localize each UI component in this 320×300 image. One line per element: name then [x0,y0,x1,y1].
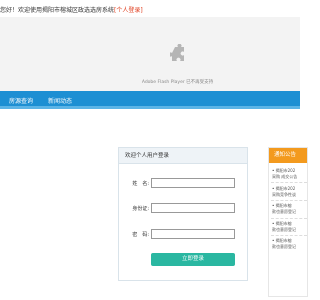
login-panel: 欢迎个人用户登录 姓 名: 身份证: 密 码: 立即登录 [118,147,248,281]
name-input[interactable] [151,178,235,188]
nav-item-house-search[interactable]: 房源查询 [9,96,33,105]
password-label: 密 码: [132,232,149,238]
notice-item-line1: 揭阳市202 [275,186,296,191]
notice-divider [271,200,307,201]
notice-item-line2: 款也意愿登记 [272,227,296,232]
notice-panel-title: 通知公告 [269,148,307,163]
welcome-text: 您好！欢迎使用揭阳市榕城区政选选房系统 [0,7,115,14]
name-row: 姓 名: [119,178,249,190]
login-panel-title: 欢迎个人用户登录 [119,148,247,164]
password-row: 密 码: [119,229,249,241]
notice-item-line1: 揭阳市202 [275,168,296,173]
id-card-label: 身份证: [132,206,149,212]
name-label: 姓 名: [132,181,149,187]
nav-item-news[interactable]: 新闻动态 [48,96,72,105]
notice-item-line2: 采购竞争性谈 [272,192,296,197]
welcome-bar: 您好！欢迎使用揭阳市榕城区政选选房系统[个人登录] [0,5,143,14]
personal-login-link[interactable]: [个人登录] [114,7,143,14]
notice-item-line1: 揭阳市榕 [275,203,292,208]
login-submit-button[interactable]: 立即登录 [151,253,235,266]
notice-item-line2: 款也意愿登记 [272,244,296,249]
notice-divider [271,182,307,183]
notice-panel: 通知公告 • 揭阳市202 采购 成交公告 • 揭阳市202 采购竞争性谈 • … [268,147,308,297]
notice-item-line1: 揭阳市榕 [275,238,292,243]
notice-divider [271,218,307,219]
notice-item-line2: 采购 成交公告 [272,174,298,179]
main-nav: 房源查询 新闻动态 [0,91,300,109]
flash-unsupported-message: Adobe Flash Player 已不再受支持 [141,80,214,85]
notice-item-line2: 款也意愿登记 [272,209,296,214]
flash-banner: Adobe Flash Player 已不再受支持 [0,17,300,91]
id-card-input[interactable] [151,203,235,213]
id-row: 身份证: [119,203,249,215]
notice-item-line1: 揭阳市榕 [275,221,292,226]
password-input[interactable] [151,229,235,239]
puzzle-plugin-icon [168,43,188,66]
notice-divider [271,235,307,236]
